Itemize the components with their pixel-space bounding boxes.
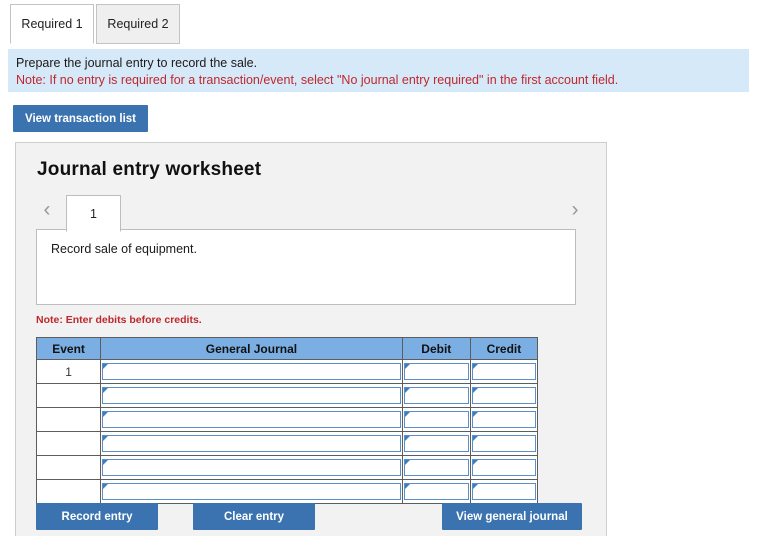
table-header-row: Event General Journal Debit Credit xyxy=(35,337,539,360)
view-general-journal-button[interactable]: View general journal xyxy=(442,503,582,530)
table-row xyxy=(35,407,539,432)
event-number-cell xyxy=(35,407,102,432)
transaction-description-text: Record sale of equipment. xyxy=(51,242,197,256)
event-number-cell xyxy=(35,479,102,504)
credit-field[interactable] xyxy=(471,435,536,452)
tab-required-2[interactable]: Required 2 xyxy=(96,4,180,44)
journal-entry-table-body: 1 xyxy=(35,359,539,504)
credit-input[interactable] xyxy=(469,431,539,456)
debit-input[interactable] xyxy=(401,431,471,456)
journal-entry-table: Event General Journal Debit Credit 1 xyxy=(35,337,539,504)
tab-strip: Required 1 Required 2 xyxy=(0,0,757,48)
debit-input[interactable] xyxy=(401,479,471,504)
credit-field[interactable] xyxy=(471,363,536,380)
instruction-note: Note: If no entry is required for a tran… xyxy=(16,73,619,87)
transaction-description-box: Record sale of equipment. xyxy=(36,229,576,305)
account-name-field[interactable] xyxy=(102,363,401,380)
table-row xyxy=(35,383,539,408)
chevron-right-icon[interactable]: › xyxy=(564,197,586,223)
credit-field[interactable] xyxy=(471,459,536,476)
table-row xyxy=(35,479,539,504)
instruction-primary: Prepare the journal entry to record the … xyxy=(16,56,258,70)
event-number-cell xyxy=(35,455,102,480)
column-header-event: Event xyxy=(35,337,102,360)
credit-input[interactable] xyxy=(469,455,539,480)
credit-field[interactable] xyxy=(471,411,536,428)
account-name-field[interactable] xyxy=(102,435,401,452)
chevron-left-icon[interactable]: ‹ xyxy=(36,197,58,223)
table-row xyxy=(35,431,539,456)
account-name-field[interactable] xyxy=(102,483,401,500)
tab-required-1-label: Required 1 xyxy=(21,17,83,31)
debit-field[interactable] xyxy=(403,411,469,428)
debit-field[interactable] xyxy=(403,483,469,500)
debit-field[interactable] xyxy=(403,435,469,452)
debit-field[interactable] xyxy=(403,387,469,404)
account-name-input[interactable] xyxy=(100,407,403,432)
page-title: Journal entry worksheet xyxy=(37,159,262,180)
record-entry-button[interactable]: Record entry xyxy=(36,503,158,530)
credit-input[interactable] xyxy=(469,407,539,432)
debit-field[interactable] xyxy=(403,459,469,476)
credit-input[interactable] xyxy=(469,479,539,504)
table-row xyxy=(35,455,539,480)
account-name-input[interactable] xyxy=(100,479,403,504)
debits-before-credits-note: Note: Enter debits before credits. xyxy=(36,314,202,326)
credit-input[interactable] xyxy=(469,383,539,408)
credit-input[interactable] xyxy=(469,359,539,384)
event-number-cell xyxy=(35,431,102,456)
account-name-input[interactable] xyxy=(100,431,403,456)
account-name-field[interactable] xyxy=(102,411,401,428)
debit-input[interactable] xyxy=(401,455,471,480)
account-name-field[interactable] xyxy=(102,459,401,476)
view-transaction-list-button[interactable]: View transaction list xyxy=(13,105,148,132)
debit-field[interactable] xyxy=(403,363,469,380)
column-header-credit: Credit xyxy=(469,337,539,360)
table-row: 1 xyxy=(35,359,539,384)
debit-input[interactable] xyxy=(401,383,471,408)
account-name-input[interactable] xyxy=(100,383,403,408)
journal-entry-worksheet-panel: Journal entry worksheet ‹ 1 › Record sal… xyxy=(15,142,607,536)
debit-input[interactable] xyxy=(401,407,471,432)
column-header-debit: Debit xyxy=(401,337,471,360)
tab-required-2-label: Required 2 xyxy=(107,17,169,31)
event-number-cell: 1 xyxy=(35,359,102,384)
instructions-panel: Prepare the journal entry to record the … xyxy=(8,49,749,92)
credit-field[interactable] xyxy=(471,387,536,404)
account-name-field[interactable] xyxy=(102,387,401,404)
clear-entry-button[interactable]: Clear entry xyxy=(193,503,315,530)
credit-field[interactable] xyxy=(471,483,536,500)
debit-input[interactable] xyxy=(401,359,471,384)
account-name-input[interactable] xyxy=(100,359,403,384)
worksheet-pager: ‹ 1 › xyxy=(16,191,608,232)
event-number-cell xyxy=(35,383,102,408)
tab-required-1[interactable]: Required 1 xyxy=(10,4,94,44)
worksheet-page-tab-1[interactable]: 1 xyxy=(66,195,121,232)
column-header-general-journal: General Journal xyxy=(100,337,403,360)
account-name-input[interactable] xyxy=(100,455,403,480)
